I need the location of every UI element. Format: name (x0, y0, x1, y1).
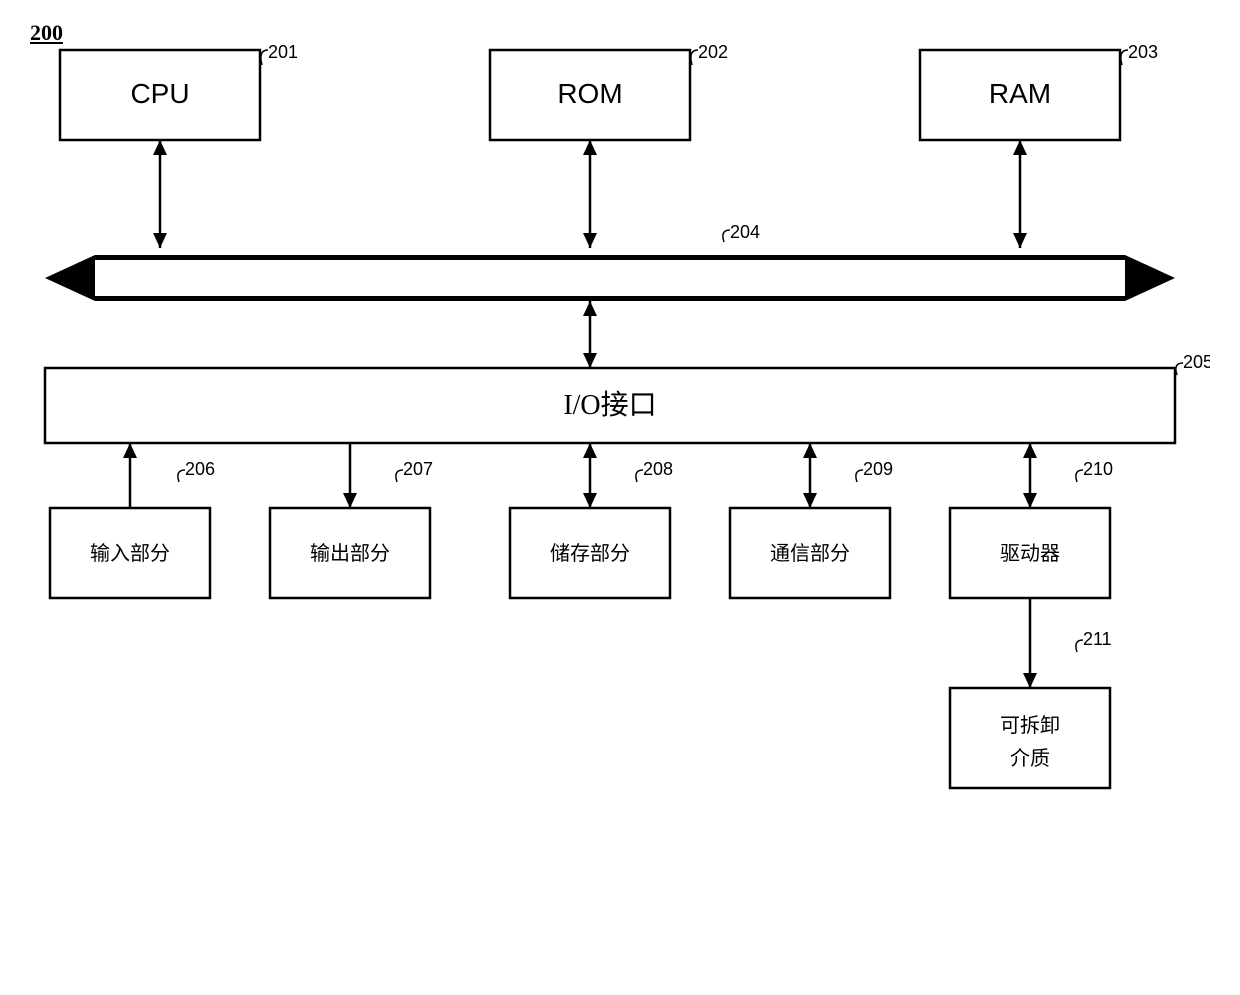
rom-arrow-up (583, 140, 597, 155)
bus-left-arrow (45, 255, 95, 301)
input-label: 输入部分 (90, 542, 170, 565)
bus-io-arrow-down (583, 353, 597, 368)
storage-arrow-up (583, 443, 597, 458)
rom-label: ROM (557, 78, 622, 109)
removable-label1: 可拆卸 (1000, 714, 1060, 737)
driver-arrow-down (1023, 493, 1037, 508)
diagram-container: 200 CPU ROM RAM 201 202 203 204 (30, 20, 1210, 76)
ram-arrow-up (1013, 140, 1027, 155)
removable-arrow-down (1023, 673, 1037, 688)
removable-label2: 介质 (1010, 747, 1050, 770)
comm-arrow-down (803, 493, 817, 508)
ref-205: 205 (1183, 352, 1210, 372)
ram-label: RAM (989, 78, 1051, 109)
ref-206: 206 (185, 459, 215, 479)
bus-right-arrow (1125, 255, 1175, 301)
comm-label: 通信部分 (770, 542, 850, 565)
input-arrow-up (123, 443, 137, 458)
ram-arrow-down (1013, 233, 1027, 248)
cpu-label: CPU (130, 78, 189, 109)
bus-body (95, 255, 1125, 301)
storage-arrow-down (583, 493, 597, 508)
ref-209: 209 (863, 459, 893, 479)
rom-arrow-down (583, 233, 597, 248)
ref-210: 210 (1083, 459, 1113, 479)
storage-label: 储存部分 (550, 542, 630, 565)
diagram-title: 200 (30, 20, 1210, 46)
ref-204: 204 (730, 222, 760, 242)
cpu-arrow-down (153, 233, 167, 248)
output-label: 输出部分 (310, 542, 390, 565)
bus-inner (95, 260, 1125, 296)
driver-label: 驱动器 (1000, 542, 1060, 565)
bus-io-arrow-up (583, 301, 597, 316)
io-label: I/O接口 (563, 389, 656, 421)
ref-208: 208 (643, 459, 673, 479)
cpu-arrow-up (153, 140, 167, 155)
output-arrow-down (343, 493, 357, 508)
ref-211: 211 (1083, 629, 1112, 649)
ref-207: 207 (403, 459, 433, 479)
comm-arrow-up (803, 443, 817, 458)
driver-arrow-up (1023, 443, 1037, 458)
diagram-svg: CPU ROM RAM 201 202 203 204 (30, 20, 1210, 920)
